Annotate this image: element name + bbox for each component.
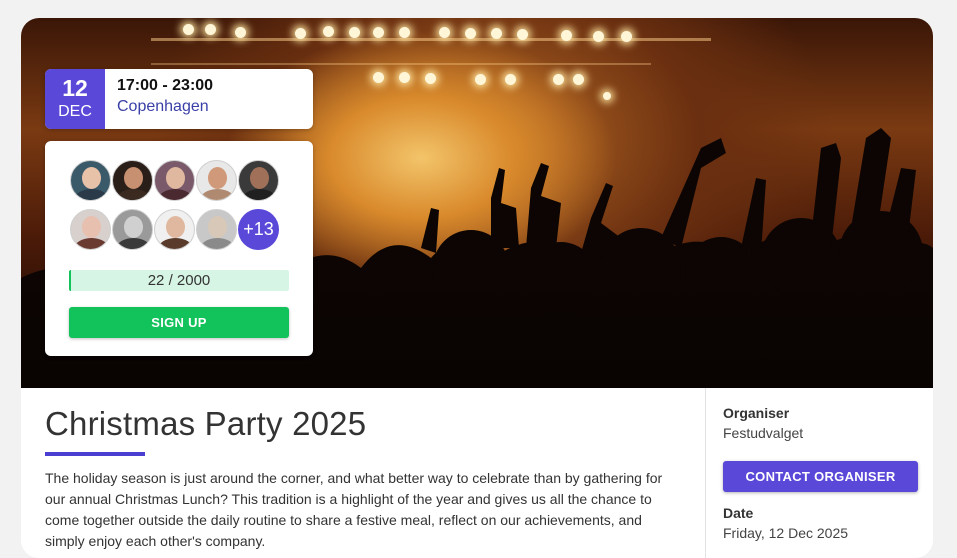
date-month: DEC <box>58 103 92 120</box>
avatar[interactable] <box>112 209 153 250</box>
attendees-panel: +13 22 / 2000 SIGN UP <box>45 141 313 356</box>
avatar[interactable] <box>154 160 195 201</box>
organiser-label: Organiser <box>723 405 790 421</box>
attendee-avatars: +13 <box>70 160 292 250</box>
avatar[interactable] <box>154 209 195 250</box>
progress-text: 22 / 2000 <box>147 272 211 289</box>
event-city: Copenhagen <box>117 98 209 115</box>
date-value: Friday, 12 Dec 2025 <box>723 525 849 541</box>
avatar[interactable] <box>70 160 111 201</box>
date-day: 12 <box>62 75 88 101</box>
title-underline <box>45 452 145 456</box>
organiser-name: Festudvalget <box>723 425 804 441</box>
avatar[interactable] <box>196 209 237 250</box>
event-details: Christmas Party 2025 The holiday season … <box>21 388 705 558</box>
signup-progress-bar: 22 / 2000 <box>69 270 289 291</box>
avatar[interactable] <box>196 160 237 201</box>
avatar[interactable] <box>238 160 279 201</box>
date-badge: 12 DEC <box>45 69 105 129</box>
avatar[interactable] <box>112 160 153 201</box>
date-label: Date <box>723 505 754 521</box>
event-description: The holiday season is just around the co… <box>45 470 663 549</box>
avatar[interactable] <box>70 209 111 250</box>
organiser-panel: Organiser Festudvalget CONTACT ORGANISER… <box>705 388 933 558</box>
more-attendees-badge[interactable]: +13 <box>238 209 279 250</box>
time-location: 17:00 - 23:00 Copenhagen <box>105 69 213 129</box>
date-location-box: 12 DEC 17:00 - 23:00 Copenhagen <box>45 69 313 129</box>
contact-organiser-button[interactable]: CONTACT ORGANISER <box>723 461 918 492</box>
event-card: 12 DEC 17:00 - 23:00 Copenhagen +13 22 /… <box>21 18 933 558</box>
event-time: 17:00 - 23:00 <box>117 77 214 94</box>
event-title: Christmas Party 2025 <box>45 405 367 442</box>
sign-up-button[interactable]: SIGN UP <box>69 307 289 338</box>
